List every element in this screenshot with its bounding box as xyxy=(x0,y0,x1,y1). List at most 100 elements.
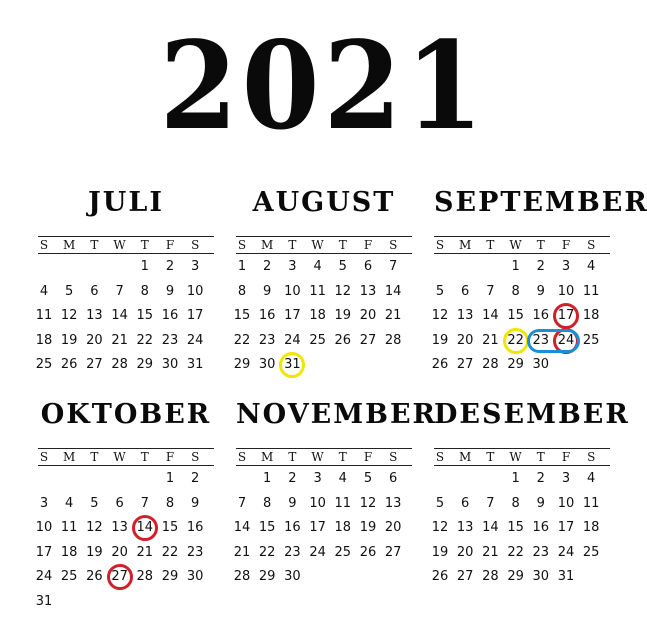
day-cell[interactable]: 19 xyxy=(428,544,452,562)
day-cell[interactable]: 24 xyxy=(32,568,56,586)
day-cell[interactable]: 8 xyxy=(255,495,279,513)
day-cell[interactable]: 8 xyxy=(158,495,182,513)
day-cell[interactable]: 18 xyxy=(57,544,81,562)
day-cell[interactable]: 26 xyxy=(428,568,452,586)
day-cell[interactable]: 12 xyxy=(331,283,355,301)
day-cell[interactable]: 5 xyxy=(82,495,106,513)
day-cell[interactable]: 24 xyxy=(183,332,207,350)
day-cell[interactable]: 28 xyxy=(230,568,254,586)
day-cell[interactable]: 30 xyxy=(280,568,304,586)
day-cell[interactable]: 10 xyxy=(554,495,578,513)
day-cell[interactable]: 11 xyxy=(579,283,603,301)
day-cell[interactable]: 28 xyxy=(133,568,157,586)
day-cell[interactable]: 3 xyxy=(183,258,207,276)
day-cell[interactable]: 13 xyxy=(381,495,405,513)
day-cell[interactable]: 20 xyxy=(453,332,477,350)
day-cell[interactable]: 8 xyxy=(230,283,254,301)
day-cell[interactable]: 25 xyxy=(579,332,603,350)
day-cell[interactable]: 4 xyxy=(57,495,81,513)
day-cell[interactable]: 29 xyxy=(230,356,254,374)
day-cell[interactable]: 6 xyxy=(381,470,405,488)
day-cell[interactable]: 30 xyxy=(255,356,279,374)
day-cell[interactable]: 14 xyxy=(478,307,502,325)
day-cell[interactable]: 21 xyxy=(381,307,405,325)
day-cell[interactable]: 24 xyxy=(306,544,330,562)
day-cell[interactable]: 29 xyxy=(504,568,528,586)
day-cell[interactable]: 13 xyxy=(108,519,132,537)
day-cell[interactable]: 21 xyxy=(133,544,157,562)
day-cell[interactable]: 4 xyxy=(32,283,56,301)
day-cell[interactable]: 27 xyxy=(356,332,380,350)
day-cell[interactable]: 15 xyxy=(504,307,528,325)
day-cell[interactable]: 15 xyxy=(230,307,254,325)
day-cell[interactable]: 6 xyxy=(356,258,380,276)
day-cell[interactable]: 21 xyxy=(108,332,132,350)
day-cell[interactable]: 26 xyxy=(82,568,106,586)
day-cell[interactable]: 21 xyxy=(478,332,502,350)
day-cell[interactable]: 23 xyxy=(183,544,207,562)
day-cell[interactable]: 10 xyxy=(280,283,304,301)
day-cell[interactable]: 3 xyxy=(32,495,56,513)
day-cell[interactable]: 2 xyxy=(529,470,553,488)
day-cell[interactable]: 31 xyxy=(554,568,578,586)
day-cell[interactable]: 24 xyxy=(280,332,304,350)
day-cell[interactable]: 25 xyxy=(579,544,603,562)
day-cell[interactable]: 17 xyxy=(306,519,330,537)
day-cell[interactable]: 3 xyxy=(554,470,578,488)
day-cell[interactable]: 12 xyxy=(428,307,452,325)
day-cell[interactable]: 9 xyxy=(529,283,553,301)
day-cell[interactable]: 8 xyxy=(133,283,157,301)
day-cell[interactable]: 11 xyxy=(32,307,56,325)
day-cell[interactable]: 1 xyxy=(230,258,254,276)
day-cell[interactable]: 12 xyxy=(57,307,81,325)
day-cell[interactable]: 22 xyxy=(158,544,182,562)
day-cell[interactable]: 29 xyxy=(158,568,182,586)
day-cell[interactable]: 15 xyxy=(133,307,157,325)
day-cell[interactable]: 5 xyxy=(428,283,452,301)
day-cell[interactable]: 14 xyxy=(478,519,502,537)
day-cell[interactable]: 29 xyxy=(133,356,157,374)
day-cell[interactable]: 26 xyxy=(331,332,355,350)
day-cell[interactable]: 31 xyxy=(183,356,207,374)
day-cell[interactable]: 28 xyxy=(478,568,502,586)
day-cell[interactable]: 20 xyxy=(381,519,405,537)
day-cell[interactable]: 19 xyxy=(82,544,106,562)
day-cell[interactable]: 27 xyxy=(453,568,477,586)
day-cell[interactable]: 14 xyxy=(230,519,254,537)
day-cell[interactable]: 7 xyxy=(230,495,254,513)
day-cell[interactable]: 15 xyxy=(158,519,182,537)
day-cell[interactable]: 15 xyxy=(255,519,279,537)
day-cell[interactable]: 2 xyxy=(183,470,207,488)
day-cell[interactable]: 18 xyxy=(579,307,603,325)
day-cell[interactable]: 6 xyxy=(453,495,477,513)
day-cell[interactable]: 28 xyxy=(108,356,132,374)
day-cell[interactable]: 12 xyxy=(428,519,452,537)
day-cell[interactable]: 20 xyxy=(82,332,106,350)
day-cell[interactable]: 1 xyxy=(504,470,528,488)
day-cell[interactable]: 16 xyxy=(280,519,304,537)
day-cell[interactable]: 18 xyxy=(331,519,355,537)
day-cell[interactable]: 25 xyxy=(57,568,81,586)
day-cell[interactable]: 16 xyxy=(529,519,553,537)
day-cell[interactable]: 8 xyxy=(504,495,528,513)
day-cell[interactable]: 23 xyxy=(255,332,279,350)
day-cell[interactable]: 10 xyxy=(32,519,56,537)
day-cell[interactable]: 25 xyxy=(32,356,56,374)
day-cell[interactable]: 30 xyxy=(529,356,553,374)
day-cell[interactable]: 29 xyxy=(255,568,279,586)
day-cell[interactable]: 7 xyxy=(478,283,502,301)
day-cell[interactable]: 2 xyxy=(280,470,304,488)
day-cell[interactable]: 24 xyxy=(554,544,578,562)
day-cell[interactable]: 27 xyxy=(453,356,477,374)
day-cell[interactable]: 4 xyxy=(579,470,603,488)
day-cell[interactable]: 9 xyxy=(255,283,279,301)
day-cell[interactable]: 12 xyxy=(82,519,106,537)
day-cell[interactable]: 6 xyxy=(108,495,132,513)
day-cell[interactable]: 14 xyxy=(108,307,132,325)
day-cell[interactable]: 19 xyxy=(428,332,452,350)
day-cell[interactable]: 3 xyxy=(280,258,304,276)
day-cell[interactable]: 11 xyxy=(331,495,355,513)
day-cell[interactable]: 21 xyxy=(478,544,502,562)
day-cell[interactable]: 30 xyxy=(158,356,182,374)
day-cell[interactable]: 20 xyxy=(453,544,477,562)
